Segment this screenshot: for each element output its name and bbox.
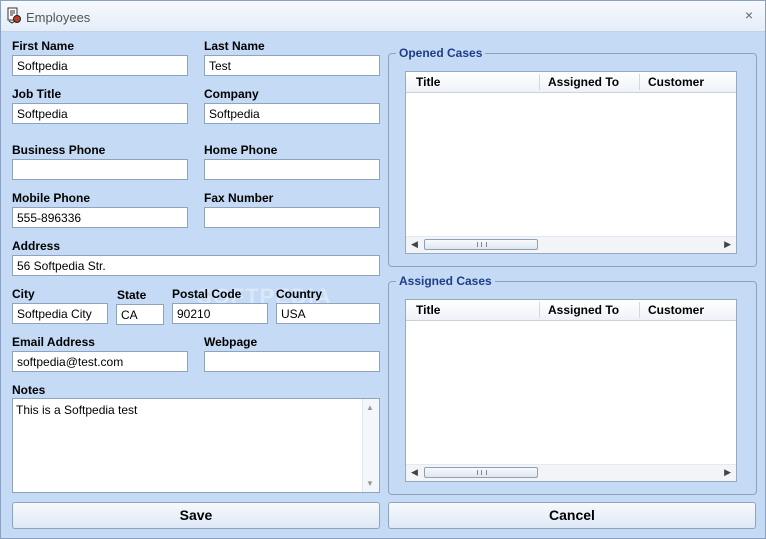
- opened-cases-hscrollbar[interactable]: ◀ ▶: [406, 236, 736, 253]
- fax-number-label: Fax Number: [204, 191, 274, 205]
- address-field[interactable]: [12, 255, 380, 276]
- scroll-thumb[interactable]: [424, 467, 538, 478]
- close-icon[interactable]: ×: [741, 7, 757, 23]
- company-field[interactable]: [204, 103, 380, 124]
- notes-label: Notes: [12, 383, 46, 397]
- country-label: Country: [276, 287, 322, 301]
- column-divider[interactable]: [539, 74, 540, 90]
- job-title-field[interactable]: [12, 103, 188, 124]
- fax-number-field[interactable]: [204, 207, 380, 228]
- column-header-title[interactable]: Title: [416, 75, 440, 89]
- country-field[interactable]: [276, 303, 380, 324]
- city-field[interactable]: [12, 303, 108, 324]
- first-name-field[interactable]: [12, 55, 188, 76]
- webpage-label: Webpage: [204, 335, 258, 349]
- notes-text: This is a Softpedia test: [16, 403, 138, 417]
- notes-textarea[interactable]: This is a Softpedia test ▲ ▼: [12, 398, 380, 493]
- save-button[interactable]: Save: [12, 502, 380, 529]
- grip-icon: [477, 470, 487, 475]
- window-title: Employees: [26, 10, 91, 25]
- title-bar: Employees ×: [1, 1, 765, 32]
- app-icon: [6, 7, 22, 24]
- city-label: City: [12, 287, 35, 301]
- opened-cases-list[interactable]: Title Assigned To Customer ◀ ▶: [405, 71, 737, 254]
- business-phone-field[interactable]: [12, 159, 188, 180]
- column-header-assigned-to[interactable]: Assigned To: [548, 75, 619, 89]
- column-header-customer[interactable]: Customer: [648, 75, 704, 89]
- webpage-field[interactable]: [204, 351, 380, 372]
- postal-code-label: Postal Code: [172, 287, 242, 301]
- column-divider[interactable]: [639, 74, 640, 90]
- opened-cases-group: Opened Cases Title Assigned To Customer …: [388, 46, 757, 267]
- assigned-cases-group: Assigned Cases Title Assigned To Custome…: [388, 274, 757, 495]
- arrow-right-icon[interactable]: ▶: [724, 467, 731, 478]
- address-label: Address: [12, 239, 61, 253]
- assigned-cases-hscrollbar[interactable]: ◀ ▶: [406, 464, 736, 481]
- company-label: Company: [204, 87, 259, 101]
- column-divider[interactable]: [639, 302, 640, 318]
- notes-scrollbar[interactable]: ▲ ▼: [362, 399, 379, 492]
- email-field[interactable]: [12, 351, 188, 372]
- assigned-cases-list[interactable]: Title Assigned To Customer ◀ ▶: [405, 299, 737, 482]
- arrow-left-icon[interactable]: ◀: [411, 467, 418, 478]
- mobile-phone-field[interactable]: [12, 207, 188, 228]
- last-name-field[interactable]: [204, 55, 380, 76]
- assigned-cases-header: Title Assigned To Customer: [406, 300, 736, 321]
- email-label: Email Address: [12, 335, 95, 349]
- opened-cases-title: Opened Cases: [396, 46, 486, 60]
- mobile-phone-label: Mobile Phone: [12, 191, 90, 205]
- state-label: State: [117, 288, 147, 302]
- cancel-button[interactable]: Cancel: [388, 502, 756, 529]
- arrow-up-icon[interactable]: ▲: [366, 403, 374, 412]
- business-phone-label: Business Phone: [12, 143, 106, 157]
- column-divider[interactable]: [539, 302, 540, 318]
- grip-icon: [477, 242, 487, 247]
- opened-cases-header: Title Assigned To Customer: [406, 72, 736, 93]
- arrow-right-icon[interactable]: ▶: [724, 239, 731, 250]
- employees-window: Employees × SOFTPEDIA First Name Last Na…: [0, 0, 766, 539]
- arrow-left-icon[interactable]: ◀: [411, 239, 418, 250]
- arrow-down-icon[interactable]: ▼: [366, 479, 374, 488]
- scroll-thumb[interactable]: [424, 239, 538, 250]
- column-header-title[interactable]: Title: [416, 303, 440, 317]
- column-header-customer[interactable]: Customer: [648, 303, 704, 317]
- home-phone-field[interactable]: [204, 159, 380, 180]
- assigned-cases-title: Assigned Cases: [396, 274, 495, 288]
- postal-code-field[interactable]: [172, 303, 268, 324]
- last-name-label: Last Name: [204, 39, 265, 53]
- home-phone-label: Home Phone: [204, 143, 278, 157]
- state-field[interactable]: [116, 304, 164, 325]
- first-name-label: First Name: [12, 39, 75, 53]
- job-title-label: Job Title: [12, 87, 62, 101]
- column-header-assigned-to[interactable]: Assigned To: [548, 303, 619, 317]
